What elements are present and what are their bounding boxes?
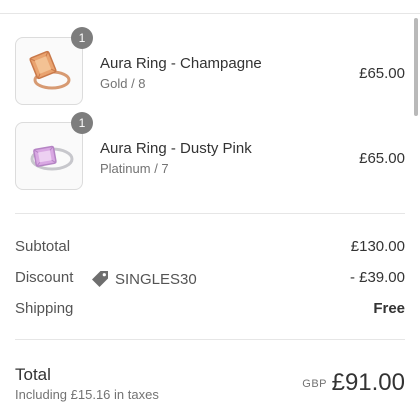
items-divider [15,213,405,214]
subtotal-value: £130.00 [350,238,405,255]
product-thumbnail [15,122,83,190]
discount-code-tag: SINGLES30 [90,269,197,289]
product-name: Aura Ring - Dusty Pink [100,140,252,157]
discount-label: Discount [15,269,74,286]
product-name: Aura Ring - Champagne [100,55,262,72]
quantity-badge: 1 [71,27,93,49]
discount-value: - £39.00 [349,269,405,286]
line-item: 1 Aura Ring - Champagne Gold / 8 £65.00 [15,27,405,107]
product-price: £65.00 [359,65,405,82]
subtotal-row: Subtotal £130.00 [15,238,405,258]
discount-row: Discount SINGLES30 - £39.00 [15,269,405,289]
scrollbar[interactable] [414,18,418,116]
subtotal-label: Subtotal [15,238,71,255]
shipping-row: Shipping Free [15,300,405,320]
dusty-pink-ring-image [30,145,74,171]
total-label: Total [15,365,51,384]
product-thumbnail [15,37,83,105]
taxes-note: Including £15.16 in taxes [15,387,159,402]
product-price: £65.00 [359,150,405,167]
summary-divider [15,339,405,340]
product-variant: Gold / 8 [100,76,146,91]
total-amount: £91.00 [331,369,405,396]
product-variant: Platinum / 7 [100,161,169,176]
discount-code: SINGLES30 [115,270,197,288]
line-item: 1 Aura Ring - Dusty Pink Platinum / 7 £6… [15,112,405,192]
top-divider [0,13,420,14]
shipping-value: Free [373,300,405,317]
shipping-label: Shipping [15,300,74,317]
currency-code: GBP [302,378,327,390]
champagne-ring-image [29,50,71,90]
quantity-badge: 1 [71,112,93,134]
tag-icon [92,271,108,287]
